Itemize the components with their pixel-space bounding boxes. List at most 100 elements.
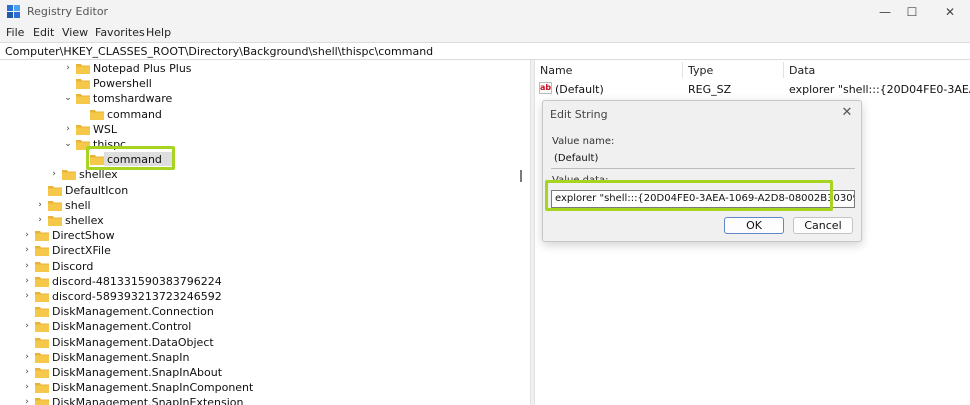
folder-icon: [35, 261, 49, 272]
folder-icon: [35, 383, 49, 394]
dialog-close-icon[interactable]: ✕: [839, 105, 855, 121]
tree-item-label: shellex: [65, 214, 104, 227]
tree-item[interactable]: › Discord: [0, 259, 520, 274]
value-name-cell: (Default): [555, 83, 604, 96]
menu-help[interactable]: Help: [146, 26, 171, 39]
tree-item-label: discord-589393213723246592: [52, 290, 222, 303]
column-divider[interactable]: [783, 62, 784, 78]
folder-icon: [35, 322, 49, 333]
tree-item[interactable]: › shell: [0, 198, 520, 213]
chevron-right-icon[interactable]: ›: [22, 290, 32, 302]
folder-icon: [35, 398, 49, 405]
highlight-value-data: [545, 180, 833, 211]
menu-view[interactable]: View: [62, 26, 88, 39]
chevron-right-icon[interactable]: ›: [63, 123, 73, 135]
tree-item[interactable]: › DiskManagement.SnapInComponent: [0, 380, 520, 395]
scroll-grip[interactable]: [520, 170, 522, 182]
ok-button[interactable]: OK: [724, 217, 784, 234]
tree-item[interactable]: › DiskManagement.SnapInExtension: [0, 395, 520, 405]
tree-item[interactable]: Powershell: [0, 76, 520, 91]
chevron-right-icon[interactable]: ›: [63, 62, 73, 74]
chevron-right-icon[interactable]: ›: [35, 199, 45, 211]
tree-item[interactable]: › discord-481331590383796224: [0, 274, 520, 289]
tree-item-label: DiskManagement.DataObject: [52, 335, 214, 349]
tree-item-label: Discord: [52, 259, 94, 273]
tree-item[interactable]: ⌄ thispc: [0, 137, 520, 152]
window-title: Registry Editor: [27, 5, 109, 18]
chevron-right-icon[interactable]: ›: [22, 260, 32, 272]
folder-icon: [62, 170, 76, 181]
folder-icon: [90, 109, 104, 120]
tree-item-label: DiskManagement.SnapIn: [52, 350, 190, 364]
registry-tree[interactable]: › Notepad Plus Plus Powershell ⌄ tomshardwar…: [0, 60, 530, 405]
tree-item[interactable]: › DirectShow: [0, 228, 520, 243]
chevron-right-icon[interactable]: ›: [22, 381, 32, 393]
folder-icon: [35, 276, 49, 287]
cancel-button[interactable]: Cancel: [793, 217, 853, 234]
tree-item[interactable]: command: [0, 107, 520, 122]
registry-editor-window: Registry Editor — ☐ ✕ File Edit View Fav…: [0, 0, 970, 405]
folder-icon: [35, 246, 49, 257]
folder-icon: [35, 307, 49, 318]
tree-item[interactable]: › DiskManagement.SnapInAbout: [0, 365, 520, 380]
tree-item[interactable]: › Notepad Plus Plus: [0, 61, 520, 76]
menu-edit[interactable]: Edit: [33, 26, 54, 39]
tree-item-label: WSL: [93, 122, 117, 136]
tree-item-label: Notepad Plus Plus: [93, 62, 192, 75]
folder-icon: [35, 352, 49, 363]
column-header-data[interactable]: Data: [789, 64, 815, 77]
tree-item[interactable]: command: [0, 152, 520, 167]
menu-file[interactable]: File: [6, 26, 24, 39]
tree-item-label: DiskManagement.SnapInComponent: [52, 381, 254, 395]
chevron-down-icon[interactable]: ⌄: [63, 92, 73, 104]
title-bar: Registry Editor — ☐ ✕: [0, 0, 970, 24]
tree-item-label: DiskManagement.SnapInExtension: [52, 396, 244, 405]
chevron-right-icon[interactable]: ›: [35, 214, 45, 226]
address-path[interactable]: Computer\HKEY_CLASSES_ROOT\Directory\Bac…: [5, 45, 433, 58]
dialog-title: Edit String: [550, 108, 608, 121]
chevron-right-icon[interactable]: ›: [22, 244, 32, 256]
chevron-right-icon[interactable]: ›: [22, 351, 32, 363]
tree-item[interactable]: › DiskManagement.Control: [0, 319, 520, 334]
tree-item-label: Powershell: [93, 77, 152, 91]
value-data-cell: explorer "shell:::{20D04FE0-3AEA-1069-A: [789, 83, 970, 96]
chevron-right-icon[interactable]: ›: [22, 275, 32, 287]
tree-item[interactable]: › DiskManagement.SnapIn: [0, 350, 520, 365]
chevron-right-icon[interactable]: ›: [49, 168, 59, 180]
value-name-field: (Default): [551, 151, 855, 169]
tree-item-label: DiskManagement.Connection: [52, 305, 214, 319]
tree-item[interactable]: › DirectXFile: [0, 243, 520, 258]
chevron-down-icon[interactable]: ⌄: [63, 138, 73, 150]
tree-item[interactable]: ⌄ tomshardware: [0, 91, 520, 106]
menu-bar: File Edit View Favorites Help: [0, 24, 970, 42]
tree-item-label: DiskManagement.SnapInAbout: [52, 366, 223, 379]
tree-item[interactable]: DiskManagement.DataObject: [0, 335, 520, 350]
column-divider[interactable]: [682, 62, 683, 78]
chevron-right-icon[interactable]: ›: [22, 396, 32, 405]
column-header-type[interactable]: Type: [688, 64, 713, 77]
tree-item[interactable]: › WSL: [0, 122, 520, 137]
close-button[interactable]: ✕: [933, 0, 967, 24]
tree-item[interactable]: › shellex: [0, 213, 520, 228]
column-header-name[interactable]: Name: [540, 64, 572, 77]
folder-icon: [76, 64, 90, 74]
address-bar[interactable]: Computer\HKEY_CLASSES_ROOT\Directory\Bac…: [0, 42, 970, 60]
chevron-right-icon[interactable]: ›: [22, 320, 32, 332]
tree-item[interactable]: › shellex: [0, 167, 520, 182]
maximize-button[interactable]: ☐: [895, 0, 929, 24]
chevron-right-icon[interactable]: ›: [22, 229, 32, 241]
chevron-right-icon[interactable]: ›: [22, 366, 32, 378]
folder-icon: [48, 216, 62, 226]
folder-icon: [48, 185, 62, 196]
tree-item[interactable]: DiskManagement.Connection: [0, 304, 520, 319]
folder-icon: [35, 231, 49, 242]
folder-icon: [76, 124, 90, 135]
tree-item[interactable]: DefaultIcon: [0, 183, 520, 198]
tree-item-label: command: [107, 107, 162, 121]
menu-favorites[interactable]: Favorites: [95, 26, 145, 39]
tree-item-label: DirectXFile: [52, 244, 111, 258]
tree-item[interactable]: › discord-589393213723246592: [0, 289, 520, 304]
